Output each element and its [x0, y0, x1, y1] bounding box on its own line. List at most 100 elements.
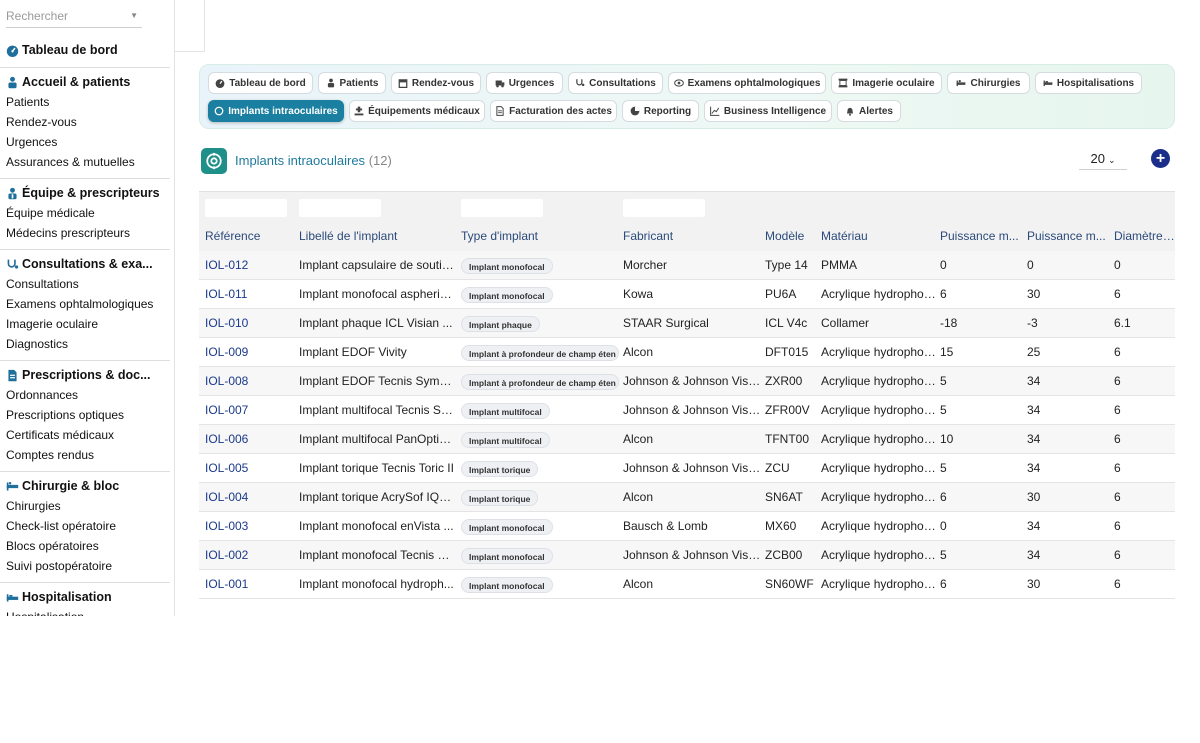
cell-reference[interactable]: IOL-007 — [205, 396, 293, 425]
table-row[interactable]: IOL-006 Implant multifocal PanOptix ... Im… — [199, 425, 1175, 454]
cell-reference[interactable]: IOL-003 — [205, 512, 293, 541]
cell-reference[interactable]: IOL-002 — [205, 541, 293, 570]
tab-chirurgies[interactable]: Chirurgies — [947, 72, 1030, 94]
sidebar-section-title[interactable]: Consultations & exa... — [0, 254, 170, 274]
table-row[interactable]: IOL-003 Implant monofocal enVista ... Impl… — [199, 512, 1175, 541]
tab-hospitalisations[interactable]: Hospitalisations — [1035, 72, 1142, 94]
cell-puissance-max: 34 — [1027, 519, 1041, 533]
filter-reference-input[interactable] — [205, 199, 287, 217]
file-prescription-icon — [6, 369, 19, 382]
column-header-puissance-min[interactable]: Puissance m... — [940, 229, 1020, 243]
sidebar-item-diagnostics[interactable]: Diagnostics — [0, 334, 170, 354]
table-row[interactable]: IOL-005 Implant torique Tecnis Toric II Im… — [199, 454, 1175, 483]
cell-modele: ZCU — [765, 461, 790, 475]
column-header-puissance-max[interactable]: Puissance m... — [1027, 229, 1107, 243]
tab-label: Business Intelligence — [723, 105, 827, 117]
hand-holding-medical-icon — [354, 106, 364, 116]
sidebar-item-comptes-rendus[interactable]: Comptes rendus — [0, 445, 170, 465]
tab-imagerie[interactable]: Imagerie oculaire — [831, 72, 942, 94]
sidebar-item-medecins-prescripteurs[interactable]: Médecins prescripteurs — [0, 223, 170, 243]
implant-module-icon — [201, 148, 227, 174]
cell-reference[interactable]: IOL-006 — [205, 425, 293, 454]
tab-tableau-de-bord[interactable]: Tableau de bord — [208, 72, 313, 94]
column-header-reference[interactable]: Référence — [205, 229, 293, 243]
column-header-type[interactable]: Type d'implant — [461, 229, 616, 243]
sidebar-item-equipe-medicale[interactable]: Équipe médicale — [0, 203, 170, 223]
search-input[interactable]: Rechercher ▼ — [6, 6, 142, 28]
column-header-materiau[interactable]: Matériau — [821, 229, 936, 243]
filter-type-input[interactable] — [461, 199, 543, 217]
sidebar-section-title[interactable]: Accueil & patients — [0, 72, 170, 92]
filter-fabricant-input[interactable] — [623, 199, 705, 217]
column-header-diametre[interactable]: Diamètre op — [1114, 229, 1175, 243]
sidebar-item-patients[interactable]: Patients — [0, 92, 170, 112]
table-row[interactable]: IOL-012 Implant capsulaire de soutie... Im… — [199, 251, 1175, 280]
sidebar-item-examens[interactable]: Examens ophtalmologiques — [0, 294, 170, 314]
chevron-down-icon[interactable]: ▼ — [130, 6, 138, 26]
sidebar-section-title[interactable]: Chirurgie & bloc — [0, 476, 170, 496]
cell-reference[interactable]: IOL-009 — [205, 338, 293, 367]
table-row[interactable]: IOL-011 Implant monofocal aspheriq... Impl… — [199, 280, 1175, 309]
tab-examens[interactable]: Examens ophtalmologiques — [668, 72, 826, 94]
type-badge: Implant multifocal — [461, 432, 550, 448]
sidebar-item-prescriptions-optiques[interactable]: Prescriptions optiques — [0, 405, 170, 425]
tab-business-intelligence[interactable]: Business Intelligence — [704, 100, 832, 122]
sidebar-item-consultations[interactable]: Consultations — [0, 274, 170, 294]
cell-fabricant: Alcon — [623, 345, 654, 359]
table-row[interactable]: IOL-007 Implant multifocal Tecnis Sy... Im… — [199, 396, 1175, 425]
sidebar-item-imagerie[interactable]: Imagerie oculaire — [0, 314, 170, 334]
cell-diametre: 6 — [1114, 345, 1121, 359]
table-row[interactable]: IOL-002 Implant monofocal Tecnis Z... Impl… — [199, 541, 1175, 570]
tab-equipements[interactable]: Équipements médicaux — [349, 100, 485, 122]
doctor-icon — [6, 187, 19, 200]
bell-icon — [845, 106, 855, 116]
sidebar-item-urgences[interactable]: Urgences — [0, 132, 170, 152]
tab-reporting[interactable]: Reporting — [622, 100, 699, 122]
sidebar-section-title[interactable]: Équipe & prescripteurs — [0, 183, 170, 203]
table-row[interactable]: IOL-009 Implant EDOF Vivity Implant à prof… — [199, 338, 1175, 367]
sidebar-item-suivi[interactable]: Suivi postopératoire — [0, 556, 170, 576]
cell-reference[interactable]: IOL-008 — [205, 367, 293, 396]
tab-consultations[interactable]: Consultations — [568, 72, 663, 94]
sidebar-item-check-list[interactable]: Check-list opératoire — [0, 516, 170, 536]
cell-reference[interactable]: IOL-004 — [205, 483, 293, 512]
tab-facturation[interactable]: Facturation des actes — [490, 100, 617, 122]
sidebar-item-ordonnances[interactable]: Ordonnances — [0, 385, 170, 405]
tab-implants-intraoculaires[interactable]: Implants intraoculaires — [208, 100, 344, 122]
sidebar-item-certificats[interactable]: Certificats médicaux — [0, 425, 170, 445]
filter-libelle-input[interactable] — [299, 199, 381, 217]
cell-reference[interactable]: IOL-001 — [205, 570, 293, 599]
tab-urgences[interactable]: Urgences — [486, 72, 563, 94]
table-row[interactable]: IOL-008 Implant EDOF Tecnis Symfo... Impla… — [199, 367, 1175, 396]
per-page-select[interactable]: 20 ⌄ — [1079, 150, 1127, 170]
cell-reference[interactable]: IOL-010 — [205, 309, 293, 338]
sidebar-item-assurances[interactable]: Assurances & mutuelles — [0, 152, 170, 172]
cell-reference[interactable]: IOL-011 — [205, 280, 293, 309]
sidebar-dashboard[interactable]: Tableau de bord — [0, 40, 170, 60]
add-button[interactable]: + — [1151, 149, 1170, 168]
sidebar-item-blocs[interactable]: Blocs opératoires — [0, 536, 170, 556]
sidebar-item-rendez-vous[interactable]: Rendez-vous — [0, 112, 170, 132]
sidebar-item-hospitalisation[interactable]: Hospitalisation — [0, 607, 170, 616]
sidebar-section-title[interactable]: Prescriptions & doc... — [0, 365, 170, 385]
cell-puissance-max: 30 — [1027, 577, 1041, 591]
tab-patients[interactable]: Patients — [318, 72, 386, 94]
column-header-fabricant[interactable]: Fabricant — [623, 229, 761, 243]
gauge-icon — [6, 44, 19, 57]
tab-rendez-vous[interactable]: Rendez-vous — [391, 72, 481, 94]
tab-alertes[interactable]: Alertes — [837, 100, 901, 122]
cell-materiau: Acrylique hydrophobe — [821, 548, 936, 562]
table-row[interactable]: IOL-004 Implant torique AcrySof IQ T... Im… — [199, 483, 1175, 512]
cell-diametre: 6 — [1114, 287, 1121, 301]
column-header-libelle[interactable]: Libellé de l'implant — [299, 229, 454, 243]
divider — [0, 582, 170, 583]
table-row[interactable]: IOL-010 Implant phaque ICL Visian ... Impl… — [199, 309, 1175, 338]
sidebar-section-title[interactable]: Hospitalisation — [0, 587, 170, 607]
sidebar-item-chirurgies[interactable]: Chirurgies — [0, 496, 170, 516]
cell-reference[interactable]: IOL-005 — [205, 454, 293, 483]
table-row[interactable]: IOL-001 Implant monofocal hydroph... Impla… — [199, 570, 1175, 599]
column-header-modele[interactable]: Modèle — [765, 229, 817, 243]
cell-libelle: Implant monofocal enVista ... — [299, 519, 454, 533]
cell-reference[interactable]: IOL-012 — [205, 251, 293, 280]
type-badge: Implant à profondeur de champ éten — [461, 374, 619, 390]
